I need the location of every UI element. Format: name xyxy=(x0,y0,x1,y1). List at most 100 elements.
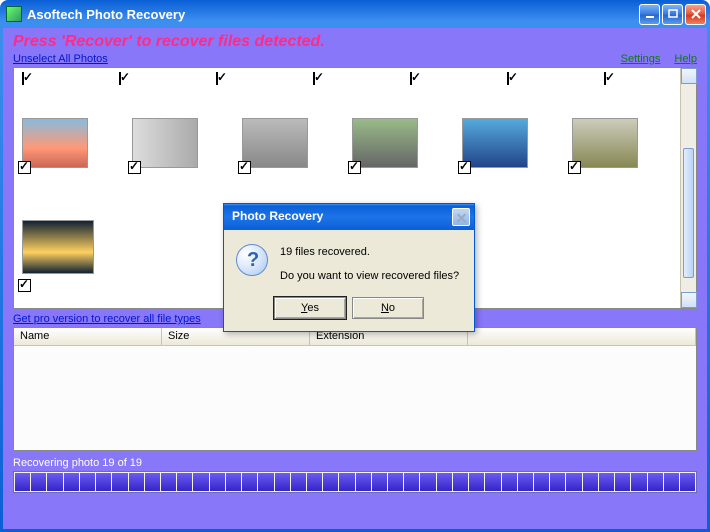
main-window: Asoftech Photo Recovery Press 'Recover' … xyxy=(0,0,710,532)
thumbnail-cell[interactable] xyxy=(22,118,88,168)
file-table: Name Size Extension xyxy=(13,327,697,451)
thumbnail-cell[interactable] xyxy=(352,118,418,168)
yes-button[interactable]: Yes xyxy=(274,297,346,319)
settings-link[interactable]: Settings xyxy=(621,53,661,65)
progress-segment xyxy=(485,473,500,491)
progress-segment xyxy=(275,473,290,491)
progress-segment xyxy=(145,473,160,491)
photo-thumbnail[interactable] xyxy=(242,118,308,168)
col-name[interactable]: Name xyxy=(14,328,162,345)
progress-segment xyxy=(193,473,208,491)
progress-segment xyxy=(502,473,517,491)
dialog-titlebar[interactable]: Photo Recovery xyxy=(224,204,474,230)
progress-segment xyxy=(291,473,306,491)
thumbnail-cell[interactable] xyxy=(462,118,528,168)
instruction-text: Press 'Recover' to recover files detecte… xyxy=(13,33,697,51)
status-text: Recovering photo 19 of 19 xyxy=(13,457,697,469)
thumbnail-checkbox[interactable] xyxy=(348,161,361,174)
progress-segment xyxy=(550,473,565,491)
progress-segment xyxy=(583,473,598,491)
photo-thumbnail[interactable] xyxy=(132,118,198,168)
pro-version-link[interactable]: Get pro version to recover all file type… xyxy=(13,313,201,325)
thumbnail-checkbox[interactable] xyxy=(18,279,31,292)
unselect-all-link[interactable]: Unselect All Photos xyxy=(13,53,108,65)
progress-segment xyxy=(372,473,387,491)
progress-segment xyxy=(680,473,695,491)
progress-segment xyxy=(420,473,435,491)
thumbnail-checkbox[interactable] xyxy=(119,72,121,85)
thumbnail-cell[interactable] xyxy=(22,220,94,274)
progress-segment xyxy=(96,473,111,491)
progress-segment xyxy=(80,473,95,491)
thumbnail-checkbox[interactable] xyxy=(507,72,509,85)
dialog-line2: Do you want to view recovered files? xyxy=(280,268,459,286)
progress-segment xyxy=(161,473,176,491)
progress-segment xyxy=(404,473,419,491)
thumbnail-cell[interactable] xyxy=(242,118,308,168)
progress-segment xyxy=(258,473,273,491)
thumbnail-checkbox[interactable] xyxy=(216,72,218,85)
progress-segment xyxy=(388,473,403,491)
progress-segment xyxy=(453,473,468,491)
progress-segment xyxy=(226,473,241,491)
progress-segment xyxy=(210,473,225,491)
scroll-thumb[interactable] xyxy=(683,148,694,278)
dialog-close-button[interactable] xyxy=(452,208,470,226)
progress-segment xyxy=(177,473,192,491)
progress-segment xyxy=(631,473,646,491)
photo-thumbnail[interactable] xyxy=(22,220,94,274)
thumbnail-checkbox[interactable] xyxy=(458,161,471,174)
no-button[interactable]: No xyxy=(352,297,424,319)
thumbnail-checkbox[interactable] xyxy=(238,161,251,174)
progress-segment xyxy=(307,473,322,491)
progress-segment xyxy=(47,473,62,491)
progress-segment xyxy=(129,473,144,491)
thumbnail-cell[interactable] xyxy=(132,118,198,168)
progress-segment xyxy=(437,473,452,491)
photo-thumbnail[interactable] xyxy=(572,118,638,168)
thumbnail-checkbox[interactable] xyxy=(18,161,31,174)
window-title: Asoftech Photo Recovery xyxy=(27,7,639,22)
col-spacer xyxy=(468,328,696,345)
progress-segment xyxy=(615,473,630,491)
minimize-button[interactable] xyxy=(639,4,660,25)
dialog-message: 19 files recovered. Do you want to view … xyxy=(280,244,459,285)
progress-segment xyxy=(15,473,30,491)
scrollbar[interactable] xyxy=(680,68,696,308)
scroll-down-button[interactable] xyxy=(681,292,697,308)
thumbnail-checkbox[interactable] xyxy=(22,72,24,85)
progress-bar xyxy=(13,471,697,493)
thumbnail-checkbox[interactable] xyxy=(410,72,412,85)
progress-segment xyxy=(242,473,257,491)
thumbnail-checkbox[interactable] xyxy=(313,72,315,85)
progress-segment xyxy=(356,473,371,491)
help-link[interactable]: Help xyxy=(674,53,697,65)
progress-segment xyxy=(469,473,484,491)
close-button[interactable] xyxy=(685,4,706,25)
photo-thumbnail[interactable] xyxy=(462,118,528,168)
scroll-up-button[interactable] xyxy=(681,68,697,84)
thumbnail-checkbox[interactable] xyxy=(128,161,141,174)
titlebar[interactable]: Asoftech Photo Recovery xyxy=(0,0,710,28)
thumbnail-cell[interactable] xyxy=(572,118,638,168)
recovery-dialog: Photo Recovery 19 files recovered. Do yo… xyxy=(223,203,475,332)
progress-segment xyxy=(566,473,581,491)
thumbnail-checkbox[interactable] xyxy=(568,161,581,174)
progress-segment xyxy=(648,473,663,491)
dialog-title: Photo Recovery xyxy=(232,209,323,223)
maximize-button[interactable] xyxy=(662,4,683,25)
photo-thumbnail[interactable] xyxy=(352,118,418,168)
progress-segment xyxy=(599,473,614,491)
progress-segment xyxy=(112,473,127,491)
photo-thumbnail[interactable] xyxy=(22,118,88,168)
progress-segment xyxy=(339,473,354,491)
progress-segment xyxy=(518,473,533,491)
progress-segment xyxy=(64,473,79,491)
progress-segment xyxy=(664,473,679,491)
progress-segment xyxy=(323,473,338,491)
thumbnail-checkbox[interactable] xyxy=(604,72,606,85)
dialog-line1: 19 files recovered. xyxy=(280,244,459,262)
progress-segment xyxy=(31,473,46,491)
progress-segment xyxy=(534,473,549,491)
app-icon xyxy=(6,6,22,22)
